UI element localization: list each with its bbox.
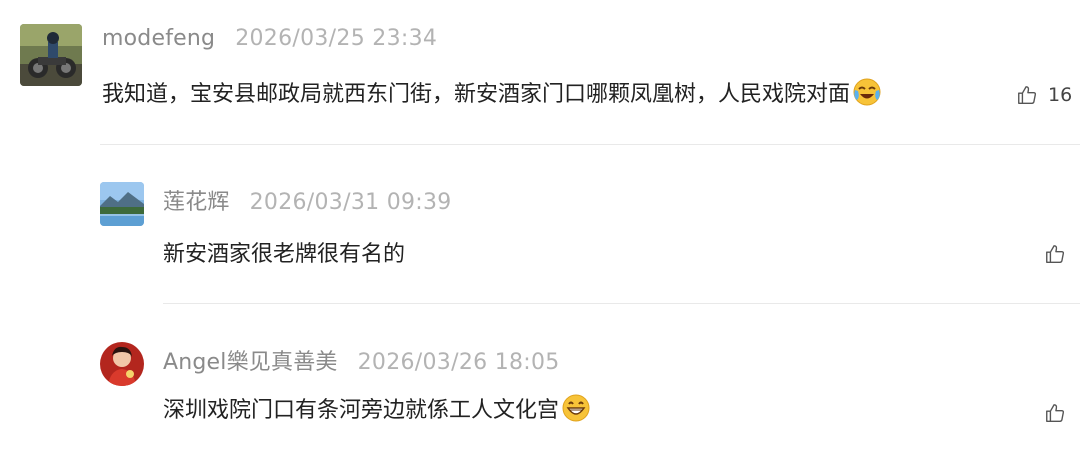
thumbs-up-icon: [1018, 86, 1037, 104]
timestamp: 2026/03/31 09:39: [249, 190, 452, 215]
grinning-emoji: [561, 393, 591, 423]
thumbs-up-icon: [1046, 245, 1065, 263]
woman-portrait-avatar: [100, 342, 144, 386]
like-button[interactable]: [1044, 243, 1066, 265]
motorcycle-rider-avatar: [20, 24, 82, 86]
like-button[interactable]: 16: [1016, 84, 1072, 106]
username[interactable]: 莲花辉: [163, 184, 230, 216]
like-button[interactable]: [1044, 402, 1066, 424]
like-count: 16: [1048, 84, 1073, 106]
thumbs-up-icon: [1046, 404, 1065, 422]
avatar[interactable]: [100, 342, 144, 386]
username[interactable]: Angel樂见真善美: [163, 344, 338, 376]
divider: [163, 303, 1080, 304]
username[interactable]: modefeng: [102, 26, 215, 51]
avatar[interactable]: [100, 182, 144, 226]
comment-meta: 莲花辉 2026/03/31 09:39: [163, 184, 452, 216]
timestamp: 2026/03/26 18:05: [357, 350, 560, 375]
comment-body: 我知道，宝安县邮政局就西东门街，新安酒家门口哪颗凤凰树，人民戏院对面: [102, 76, 882, 108]
comment-meta: modefeng 2026/03/25 23:34: [102, 26, 437, 51]
comment-body: 深圳戏院门口有条河旁边就係工人文化宫: [163, 392, 591, 424]
timestamp: 2026/03/25 23:34: [235, 26, 438, 51]
comment-body: 新安酒家很老牌很有名的: [163, 236, 405, 268]
comment-meta: Angel樂见真善美 2026/03/26 18:05: [163, 344, 560, 376]
avatar[interactable]: [20, 24, 82, 86]
lake-mountain-avatar: [100, 182, 144, 226]
comment-text: 深圳戏院门口有条河旁边就係工人文化宫: [163, 398, 560, 423]
comment-text: 我知道，宝安县邮政局就西东门街，新安酒家门口哪颗凤凰树，人民戏院对面: [102, 82, 851, 107]
comment-text: 新安酒家很老牌很有名的: [163, 242, 406, 267]
divider: [100, 144, 1080, 145]
crying-laughing-emoji: [852, 77, 882, 107]
